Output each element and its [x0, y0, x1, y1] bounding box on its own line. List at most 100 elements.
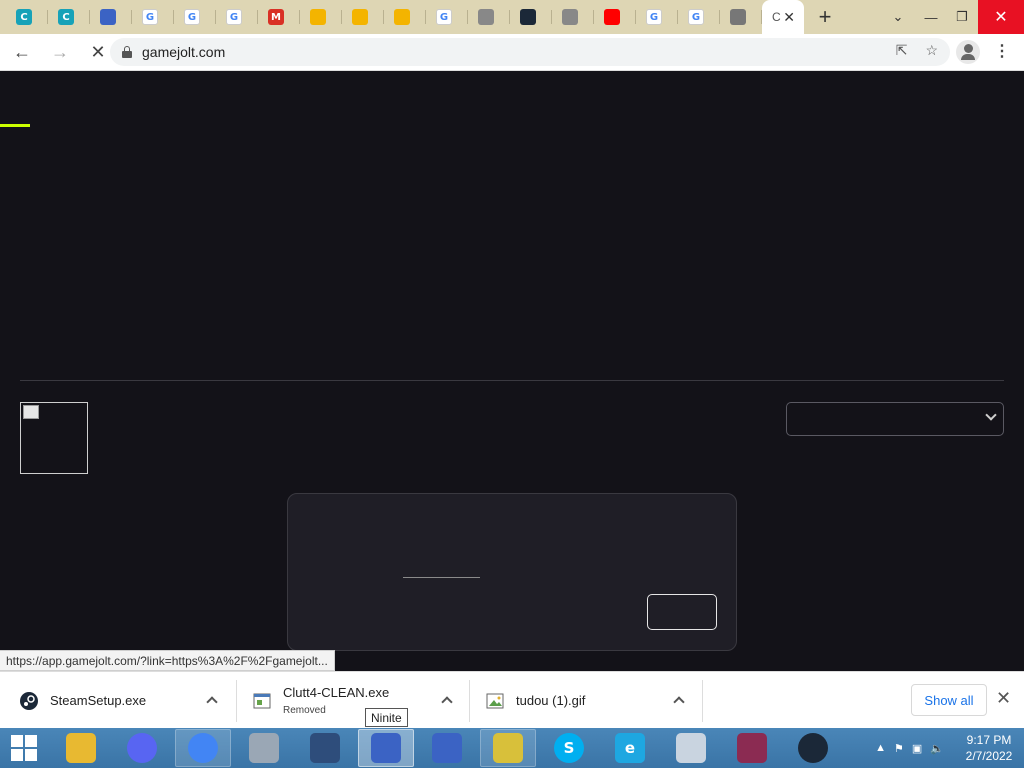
chevron-up-icon[interactable]	[441, 696, 453, 708]
network-icon[interactable]: ▣	[912, 742, 922, 755]
globe-icon	[562, 9, 578, 25]
browser-tab[interactable]: M	[258, 0, 300, 34]
download-separator	[702, 680, 703, 722]
drive-icon	[352, 9, 368, 25]
taskbar-app-chrome[interactable]	[175, 729, 231, 767]
globe-icon	[478, 9, 494, 25]
google-icon: G	[436, 9, 452, 25]
browser-tab[interactable]	[468, 0, 510, 34]
download-name: SteamSetup.exe	[50, 693, 147, 708]
ninite-icon	[432, 733, 462, 763]
browser-tab[interactable]	[510, 0, 552, 34]
status-url-bubble: https://app.gamejolt.com/?link=https%3A%…	[0, 650, 335, 671]
taskbar-app-ninite[interactable]	[419, 729, 475, 767]
browser-tab[interactable]	[594, 0, 636, 34]
taskbar-app-paint-app[interactable]	[297, 729, 353, 767]
taskbar-app-disk-utility[interactable]	[236, 729, 292, 767]
clock-time: 9:17 PM	[966, 733, 1012, 747]
browser-tab[interactable]	[90, 0, 132, 34]
browser-toolbar: ← → ✕ gamejolt.com ⇱ ☆ ⋮	[0, 34, 1024, 71]
modal-dialog	[287, 493, 737, 651]
tab-strip: C C G G G M G G G C ✕ + ⌄ — ❐ ✕	[0, 0, 1024, 34]
taskbar-app-steam[interactable]	[785, 729, 841, 767]
show-hidden-icons-icon[interactable]: ▲	[875, 742, 886, 754]
tab-list: C C G G G M G G G C ✕	[0, 0, 804, 34]
lock-icon[interactable]	[122, 46, 132, 58]
volume-muted-icon[interactable]: 🔈	[930, 742, 944, 755]
back-button[interactable]: ←	[6, 36, 38, 68]
taskbar-app-file-explorer[interactable]	[53, 729, 109, 767]
steam-icon	[798, 733, 828, 763]
address-bar[interactable]: gamejolt.com ⇱ ☆	[110, 38, 950, 66]
ninite-icon	[100, 9, 116, 25]
download-item[interactable]: Clutt4-CLEAN.exe Removed	[237, 672, 470, 729]
browser-tab[interactable]: G	[636, 0, 678, 34]
new-tab-button[interactable]: +	[810, 0, 840, 34]
chrome-icon	[730, 9, 746, 25]
close-window-button[interactable]: ✕	[978, 0, 1024, 34]
drive-icon	[310, 9, 326, 25]
minimize-button[interactable]: —	[916, 0, 946, 34]
system-tray: ▲ ⚑ ▣ 🔈 9:17 PM 2/7/2022	[871, 728, 1024, 768]
share-icon[interactable]: ⇱	[896, 42, 908, 59]
youtube-icon	[604, 9, 620, 25]
restore-button[interactable]: ❐	[946, 0, 978, 34]
action-center-flag-icon[interactable]: ⚑	[894, 742, 904, 755]
taskbar-app-discord[interactable]	[114, 729, 170, 767]
chevron-up-icon[interactable]	[206, 696, 218, 708]
page-content	[0, 71, 1024, 671]
bookmark-star-icon[interactable]: ☆	[925, 42, 938, 59]
windows-logo-icon	[11, 735, 37, 761]
url-text[interactable]: gamejolt.com	[142, 44, 225, 60]
browser-tab-active[interactable]: C ✕	[762, 0, 804, 34]
forward-button[interactable]: →	[44, 36, 76, 68]
profile-avatar-icon[interactable]	[956, 40, 980, 64]
google-icon: G	[184, 9, 200, 25]
canva-icon: C	[58, 9, 74, 25]
taskbar-app-internet-explorer[interactable]: e	[602, 729, 658, 767]
taskbar-app-skype[interactable]: S	[541, 729, 597, 767]
browser-tab[interactable]: G	[678, 0, 720, 34]
browser-tab[interactable]	[384, 0, 426, 34]
steam-icon	[20, 691, 38, 710]
browser-tab[interactable]	[342, 0, 384, 34]
loading-progress-bar	[0, 124, 30, 127]
browser-tab[interactable]: C	[48, 0, 90, 34]
browser-tab[interactable]	[552, 0, 594, 34]
menu-kebab-icon[interactable]: ⋮	[994, 42, 1010, 62]
download-item[interactable]: SteamSetup.exe	[0, 672, 237, 729]
browser-tab[interactable]: G	[132, 0, 174, 34]
close-download-bar-icon[interactable]: ✕	[996, 688, 1011, 709]
browser-tab[interactable]	[720, 0, 762, 34]
ninite-icon	[371, 733, 401, 763]
chrome-icon	[188, 733, 218, 763]
dropdown-select[interactable]	[786, 402, 1004, 436]
show-all-button[interactable]: Show all	[911, 684, 987, 716]
start-button[interactable]	[0, 728, 48, 768]
browser-tab[interactable]: G	[426, 0, 468, 34]
google-icon: G	[646, 9, 662, 25]
browser-tab[interactable]: G	[216, 0, 258, 34]
browser-tab[interactable]: G	[174, 0, 216, 34]
browser-tab[interactable]	[300, 0, 342, 34]
winrar-icon	[737, 733, 767, 763]
tudou-icon	[493, 733, 523, 763]
tab-search-chevron-icon[interactable]: ⌄	[880, 0, 916, 34]
taskbar-app-paint-palette[interactable]	[663, 729, 719, 767]
close-tab-icon[interactable]: ✕	[783, 9, 795, 26]
disk-utility-icon	[249, 733, 279, 763]
drive-icon	[394, 9, 410, 25]
dialog-underline	[403, 577, 480, 578]
paint-app-icon	[310, 733, 340, 763]
chevron-up-icon[interactable]	[673, 696, 685, 708]
download-item[interactable]: tudou (1).gif	[470, 672, 703, 729]
file-explorer-icon	[66, 733, 96, 763]
browser-tab[interactable]: C	[6, 0, 48, 34]
taskbar-app-ninite[interactable]	[358, 729, 414, 767]
gmail-icon: M	[268, 9, 284, 25]
divider	[20, 380, 1004, 381]
dialog-button[interactable]	[647, 594, 717, 630]
taskbar-app-winrar[interactable]	[724, 729, 780, 767]
clock[interactable]: 9:17 PM 2/7/2022	[954, 732, 1024, 764]
taskbar-app-tudou[interactable]	[480, 729, 536, 767]
